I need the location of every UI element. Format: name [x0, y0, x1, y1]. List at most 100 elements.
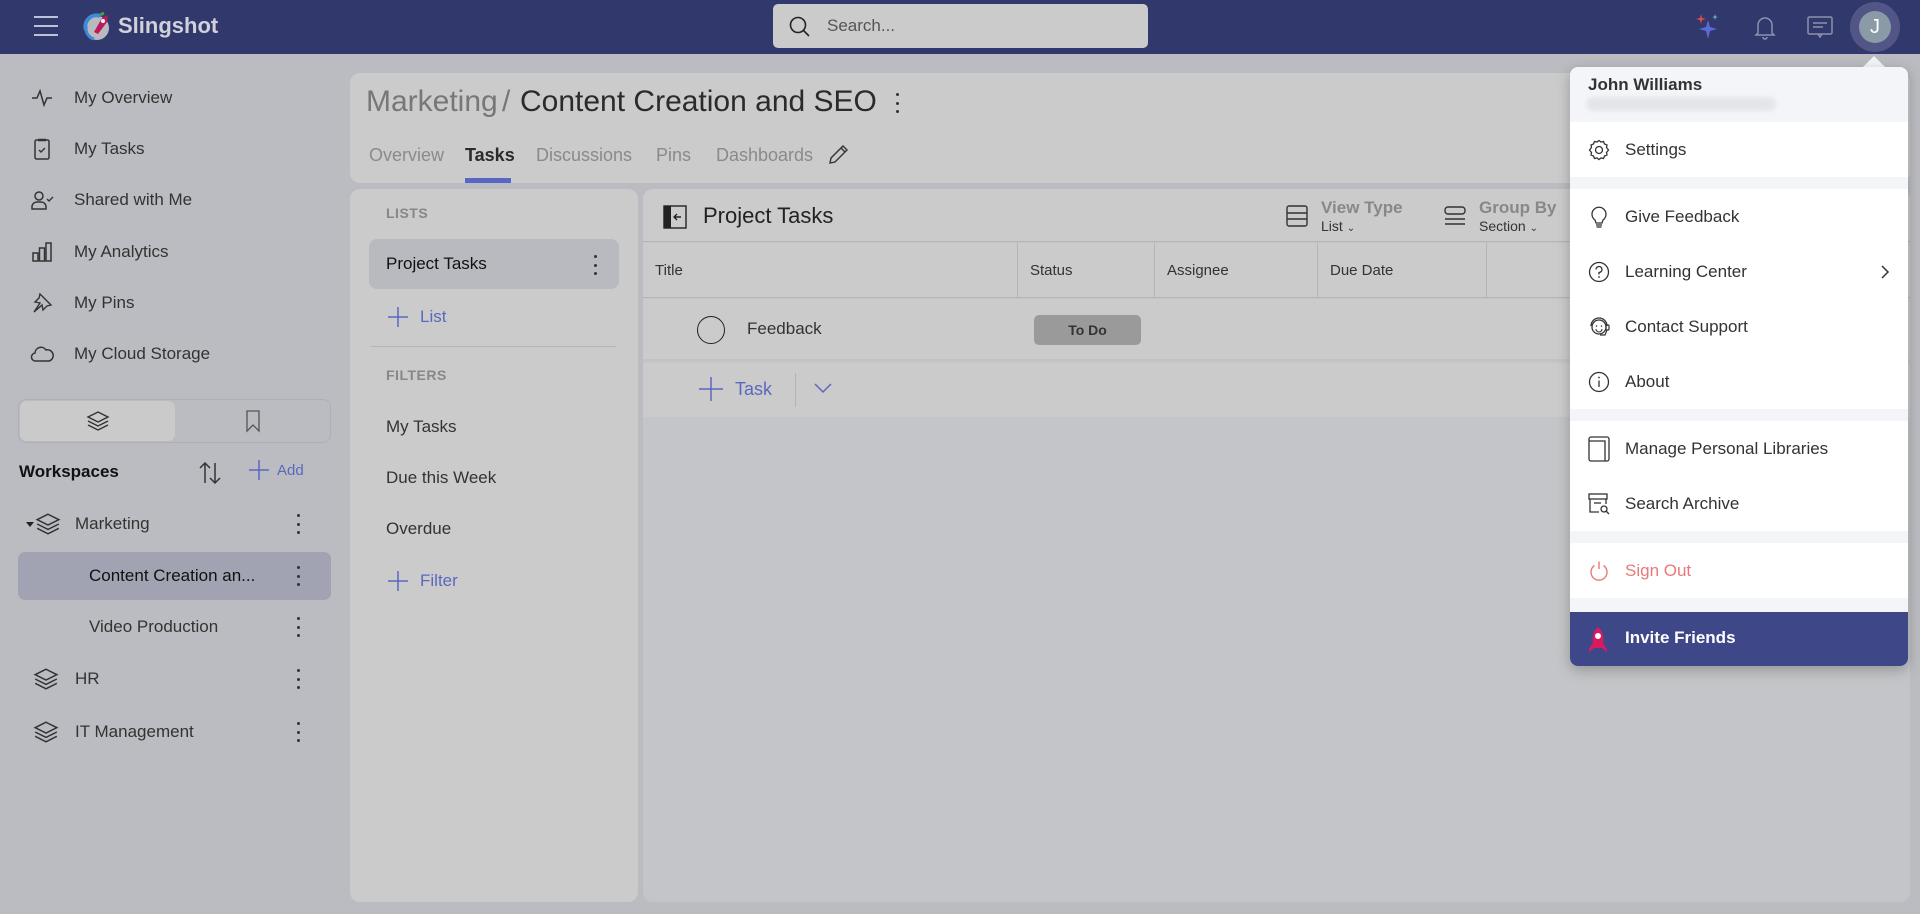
menu-item-search-archive[interactable]: Search Archive: [1570, 476, 1908, 531]
tab-overview[interactable]: Overview: [369, 145, 444, 166]
list-item-project-tasks[interactable]: Project Tasks: [369, 239, 619, 289]
sidebar-item-label: My Tasks: [74, 139, 145, 158]
workspace-video-production[interactable]: Video Production: [18, 603, 331, 651]
user-menu: John Williams Settings Give Feedback Lea…: [1570, 67, 1908, 666]
sort-icon[interactable]: [197, 459, 223, 487]
list-more-icon[interactable]: [594, 255, 598, 275]
view-type-dropdown[interactable]: View Type List ⌄: [1285, 198, 1403, 234]
task-list-title: Project Tasks: [703, 203, 834, 228]
workspace-hr[interactable]: HR: [18, 655, 331, 703]
workspace-more-icon[interactable]: [297, 566, 301, 586]
workspace-label: Content Creation an...: [89, 566, 256, 585]
plus-icon: [249, 460, 269, 480]
tab-discussions[interactable]: Discussions: [536, 145, 632, 166]
workspace-it-management[interactable]: IT Management: [18, 708, 331, 756]
group-by-dropdown[interactable]: Group By Section ⌄: [1443, 198, 1556, 234]
workspace-marketing[interactable]: Marketing: [18, 500, 331, 548]
breadcrumb-parent[interactable]: Marketing: [366, 85, 498, 119]
list-item-label: Project Tasks: [386, 254, 487, 273]
menu-item-label: Manage Personal Libraries: [1625, 438, 1829, 458]
invite-friends-button[interactable]: Invite Friends: [1570, 612, 1908, 666]
workspace-content-creation[interactable]: Content Creation an...: [18, 552, 331, 600]
filter-due-this-week[interactable]: Due this Week: [386, 468, 496, 488]
add-workspace-label: Add: [277, 461, 304, 479]
add-task-label: Task: [735, 378, 773, 399]
add-filter-button[interactable]: Filter: [388, 571, 458, 591]
bell-icon[interactable]: [1750, 12, 1780, 42]
task-title[interactable]: Feedback: [747, 319, 822, 339]
menu-item-learning-center[interactable]: Learning Center: [1570, 244, 1908, 299]
tab-tasks[interactable]: Tasks: [465, 145, 515, 166]
collapse-panel-icon[interactable]: [663, 205, 687, 229]
menu-item-about[interactable]: About: [1570, 354, 1908, 409]
sidebar-item-label: My Pins: [74, 293, 135, 312]
avatar[interactable]: J: [1859, 11, 1891, 43]
bookmarks-view-button[interactable]: [176, 401, 330, 441]
info-icon: [1588, 371, 1610, 392]
column-assignee[interactable]: Assignee: [1155, 243, 1318, 298]
clipboard-check-icon: [34, 138, 50, 160]
column-title[interactable]: Title: [643, 243, 1018, 298]
search-input[interactable]: [827, 4, 1127, 48]
workspace-more-icon[interactable]: [297, 669, 301, 689]
sidebar-item-my-overview[interactable]: My Overview: [30, 78, 172, 118]
search-box[interactable]: [773, 4, 1148, 48]
menu-item-contact-support[interactable]: Contact Support: [1570, 299, 1908, 354]
tab-dashboards[interactable]: Dashboards: [716, 145, 813, 166]
sidebar-item-my-analytics[interactable]: My Analytics: [30, 232, 168, 272]
workspaces-view-button[interactable]: [20, 401, 175, 441]
complete-task-checkbox[interactable]: [697, 316, 725, 344]
title-more-icon[interactable]: [896, 93, 900, 113]
book-icon: [1588, 435, 1610, 462]
workspace-more-icon[interactable]: [297, 514, 301, 534]
column-due-date[interactable]: Due Date: [1318, 243, 1487, 298]
filter-my-tasks[interactable]: My Tasks: [386, 417, 457, 437]
tab-pins[interactable]: Pins: [656, 145, 691, 166]
workspace-more-icon[interactable]: [297, 617, 301, 637]
menu-icon[interactable]: [34, 16, 58, 36]
sparkle-icon[interactable]: [1693, 12, 1723, 42]
workspace-label: IT Management: [75, 722, 194, 741]
bookmark-icon: [246, 410, 260, 433]
plus-icon: [388, 571, 408, 591]
sidebar-item-my-cloud-storage[interactable]: My Cloud Storage: [30, 334, 210, 374]
add-workspace-button[interactable]: Add: [249, 460, 304, 480]
menu-item-sign-out[interactable]: Sign Out: [1570, 543, 1908, 598]
caret-down-icon[interactable]: [25, 519, 35, 529]
divider: [371, 346, 616, 347]
search-icon: [789, 16, 810, 37]
bar-chart-icon: [32, 242, 52, 262]
chat-icon[interactable]: [1805, 12, 1835, 42]
workspace-label: Marketing: [75, 514, 150, 533]
menu-item-label: Contact Support: [1625, 316, 1748, 336]
view-type-value: List: [1321, 218, 1343, 234]
sidebar-item-my-pins[interactable]: My Pins: [30, 283, 134, 323]
menu-group: Manage Personal Libraries Search Archive: [1570, 421, 1908, 531]
menu-item-label: Learning Center: [1625, 261, 1747, 281]
sidebar-item-my-tasks[interactable]: My Tasks: [30, 129, 145, 169]
power-icon: [1590, 561, 1608, 581]
add-task-button[interactable]: Task: [699, 377, 772, 401]
pencil-icon[interactable]: [826, 143, 850, 167]
workspaces-title: Workspaces: [19, 462, 119, 481]
page-title: Content Creation and SEO: [520, 85, 877, 118]
menu-group: Settings: [1570, 122, 1908, 177]
chevron-down-icon[interactable]: [813, 381, 833, 395]
menu-item-manage-personal-libraries[interactable]: Manage Personal Libraries: [1570, 421, 1908, 476]
column-status[interactable]: Status: [1018, 243, 1155, 298]
headset-icon: [1590, 316, 1610, 336]
workspace-more-icon[interactable]: [297, 722, 301, 742]
user-email-redacted: [1586, 97, 1776, 111]
menu-item-give-feedback[interactable]: Give Feedback: [1570, 189, 1908, 244]
active-tab-indicator: [465, 178, 511, 183]
menu-item-settings[interactable]: Settings: [1570, 122, 1908, 177]
add-list-button[interactable]: List: [388, 307, 446, 327]
status-badge[interactable]: To Do: [1034, 315, 1141, 345]
layers-icon: [85, 411, 110, 431]
sidebar-view-toggle: [18, 399, 331, 443]
group-icon: [1444, 206, 1466, 225]
activity-icon: [32, 88, 52, 108]
lightbulb-icon: [1591, 206, 1607, 228]
sidebar-item-shared-with-me[interactable]: Shared with Me: [30, 180, 192, 220]
filter-overdue[interactable]: Overdue: [386, 519, 451, 539]
